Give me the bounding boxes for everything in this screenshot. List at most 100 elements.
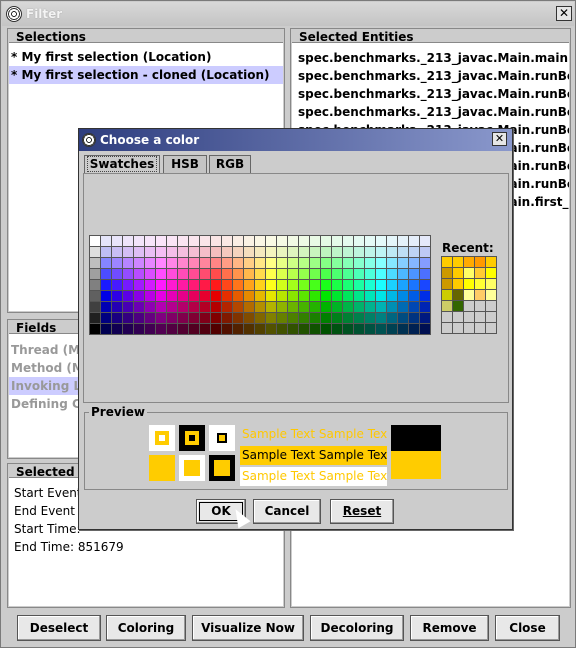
color-swatch[interactable] (343, 313, 353, 323)
color-swatch[interactable] (134, 258, 144, 268)
color-swatch[interactable] (255, 247, 265, 257)
recent-swatch[interactable] (453, 290, 463, 300)
color-swatch[interactable] (222, 247, 232, 257)
color-swatch[interactable] (189, 313, 199, 323)
color-swatch[interactable] (200, 313, 210, 323)
recent-swatch[interactable] (475, 323, 485, 333)
color-swatch[interactable] (398, 247, 408, 257)
close-button[interactable]: Close (495, 615, 560, 641)
color-swatch[interactable] (134, 269, 144, 279)
recent-swatch[interactable] (442, 257, 452, 267)
color-swatch[interactable] (112, 236, 122, 246)
color-swatch[interactable] (156, 236, 166, 246)
color-swatch[interactable] (101, 269, 111, 279)
tab-swatches[interactable]: Swatches (84, 155, 160, 174)
reset-button[interactable]: Reset (330, 499, 394, 524)
color-swatch[interactable] (145, 236, 155, 246)
color-swatch[interactable] (112, 247, 122, 257)
color-swatch[interactable] (112, 313, 122, 323)
color-swatch[interactable] (90, 269, 100, 279)
color-swatch[interactable] (376, 269, 386, 279)
color-swatch[interactable] (233, 302, 243, 312)
color-swatch[interactable] (365, 258, 375, 268)
color-swatch[interactable] (321, 269, 331, 279)
color-swatch[interactable] (266, 324, 276, 334)
color-swatch[interactable] (145, 269, 155, 279)
color-swatch[interactable] (387, 291, 397, 301)
color-swatch[interactable] (387, 258, 397, 268)
color-swatch[interactable] (332, 247, 342, 257)
color-swatch[interactable] (376, 291, 386, 301)
color-swatch[interactable] (200, 291, 210, 301)
color-swatch[interactable] (112, 269, 122, 279)
color-swatch[interactable] (420, 269, 430, 279)
recent-swatch[interactable] (442, 279, 452, 289)
color-swatch[interactable] (365, 291, 375, 301)
color-swatch[interactable] (409, 291, 419, 301)
color-swatch[interactable] (409, 313, 419, 323)
color-swatch[interactable] (134, 324, 144, 334)
color-swatch[interactable] (321, 302, 331, 312)
color-swatch[interactable] (112, 291, 122, 301)
recent-swatch[interactable] (453, 268, 463, 278)
color-swatch[interactable] (321, 324, 331, 334)
color-swatch[interactable] (343, 247, 353, 257)
tab-hsb[interactable]: HSB (163, 155, 207, 173)
color-swatch[interactable] (90, 302, 100, 312)
color-swatch[interactable] (266, 291, 276, 301)
color-swatch[interactable] (145, 324, 155, 334)
color-swatch[interactable] (123, 280, 133, 290)
color-swatch[interactable] (387, 236, 397, 246)
color-swatch[interactable] (376, 258, 386, 268)
color-swatch[interactable] (288, 324, 298, 334)
list-item[interactable]: spec.benchmarks._213_javac.Main.runBench… (296, 103, 569, 121)
color-swatch[interactable] (178, 313, 188, 323)
color-swatch[interactable] (365, 324, 375, 334)
recent-swatch[interactable] (442, 268, 452, 278)
color-swatch[interactable] (288, 291, 298, 301)
color-swatch[interactable] (277, 258, 287, 268)
color-swatch[interactable] (288, 313, 298, 323)
recent-swatch[interactable] (475, 312, 485, 322)
color-swatch[interactable] (310, 302, 320, 312)
color-swatch[interactable] (321, 291, 331, 301)
color-swatch[interactable] (255, 258, 265, 268)
color-swatch[interactable] (222, 302, 232, 312)
window-title-bar[interactable]: Filter (2, 2, 574, 26)
recent-swatch[interactable] (464, 312, 474, 322)
list-item[interactable]: * My first selection - cloned (Location) (9, 66, 283, 84)
color-swatch[interactable] (299, 258, 309, 268)
color-swatch[interactable] (167, 291, 177, 301)
color-swatch[interactable] (200, 269, 210, 279)
color-swatch[interactable] (343, 291, 353, 301)
color-swatch[interactable] (365, 313, 375, 323)
list-item[interactable]: * My first selection (Location) (9, 48, 283, 66)
color-swatch[interactable] (211, 302, 221, 312)
recent-swatch[interactable] (486, 279, 496, 289)
recent-swatch[interactable] (464, 279, 474, 289)
color-swatch[interactable] (376, 313, 386, 323)
color-swatch[interactable] (90, 291, 100, 301)
recent-swatch[interactable] (453, 279, 463, 289)
color-swatch[interactable] (211, 247, 221, 257)
recent-swatch[interactable] (475, 257, 485, 267)
color-swatch[interactable] (387, 324, 397, 334)
color-swatch[interactable] (277, 302, 287, 312)
recent-swatch[interactable] (486, 323, 496, 333)
color-swatch[interactable] (255, 291, 265, 301)
color-swatch[interactable] (288, 280, 298, 290)
color-swatch[interactable] (365, 236, 375, 246)
recent-swatch[interactable] (442, 312, 452, 322)
color-swatch[interactable] (222, 313, 232, 323)
dialog-title-bar[interactable]: Choose a color (79, 129, 512, 151)
color-swatch[interactable] (134, 247, 144, 257)
color-swatch[interactable] (200, 247, 210, 257)
color-swatch[interactable] (310, 313, 320, 323)
recent-swatch[interactable] (464, 323, 474, 333)
color-swatch[interactable] (266, 302, 276, 312)
color-swatch[interactable] (222, 280, 232, 290)
color-swatch[interactable] (288, 247, 298, 257)
color-swatch[interactable] (222, 269, 232, 279)
color-swatch[interactable] (123, 302, 133, 312)
color-swatch[interactable] (90, 324, 100, 334)
